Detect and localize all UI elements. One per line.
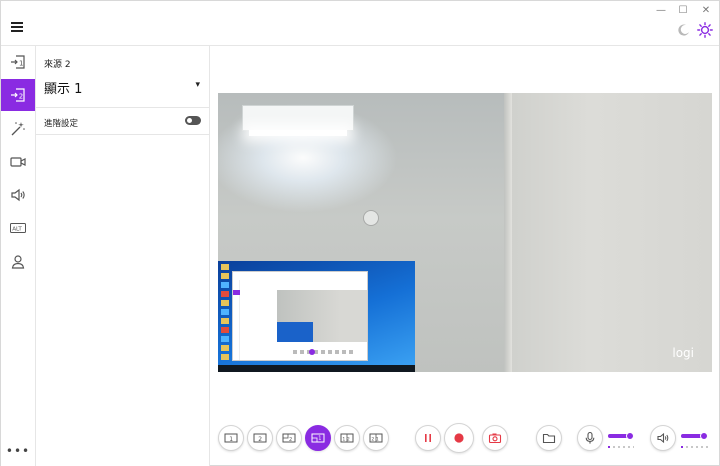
pause-icon [425,434,431,442]
rail-effects[interactable] [1,113,35,145]
title-bar: — ☐ ✕ [1,1,719,46]
pause-button[interactable] [415,425,441,451]
rail-source-1[interactable]: 1 [1,46,35,78]
person-icon [11,255,25,269]
rail-alt[interactable]: ALT [1,212,35,244]
speaker-button[interactable] [650,425,676,451]
rail-source-2[interactable]: 2 [1,79,35,111]
speaker-level-meter [681,446,708,448]
advanced-settings-toggle[interactable] [185,116,201,125]
bottom-toolbar: 1 2 2 1 12 21 [210,423,720,455]
chevron-down-icon: ▾ [195,80,200,90]
layout-pip-1-in-2-button[interactable]: 1 [305,425,331,451]
source-2-icon: 2 [11,88,25,102]
record-icon [454,433,464,443]
rail-camera[interactable] [1,146,35,178]
rail-account[interactable] [1,246,35,278]
display-select[interactable]: 顯示 1 ▾ [44,76,202,98]
rail-audio[interactable] [1,179,35,211]
svg-text:2: 2 [289,437,292,443]
sun-icon[interactable] [697,22,713,38]
microphone-level-meter [608,446,634,448]
app-window: — ☐ ✕ 1 2 ALT ••• 來源 2 顯示 1 ▾ 進階設定 logi … [0,0,720,466]
magic-wand-icon [11,122,25,136]
maximize-button[interactable]: ☐ [676,4,690,18]
pip-app-window [232,271,368,361]
layout-pip-2-in-1-button[interactable]: 2 [276,425,302,451]
camera-snapshot-icon [488,433,502,444]
snapshot-button[interactable] [482,425,508,451]
folder-icon [542,433,556,444]
advanced-settings-label: 進階設定 [44,119,79,129]
display-select-value: 顯示 1 [44,82,83,97]
ceiling-light [242,105,354,136]
divider [36,134,210,135]
svg-text:2: 2 [19,93,23,101]
speaker-volume-slider[interactable] [681,432,708,440]
moon-icon[interactable] [677,23,691,37]
source-label: 來源 2 [44,60,71,70]
svg-text:ALT: ALT [12,226,22,232]
wall-sensor [363,210,379,226]
svg-text:1: 1 [19,60,23,68]
nav-rail: 1 2 ALT ••• [1,46,36,466]
speaker-icon [11,188,25,202]
more-icon[interactable]: ••• [1,444,35,458]
layout-single-1-icon: 1 [224,433,238,443]
source-1-icon: 1 [11,55,25,69]
layout-side-by-side-12-icon: 12 [340,433,354,443]
layout-single-2-icon: 2 [253,433,267,443]
layout-pip-2-in-1-icon: 2 [282,433,296,443]
preview-video: logi [218,93,712,372]
svg-text:21: 21 [371,436,380,442]
pip-screen-capture [218,261,415,372]
speaker-icon [657,432,669,444]
layout-single-2-button[interactable]: 2 [247,425,273,451]
minimize-button[interactable]: — [654,4,668,18]
layout-pip-1-in-2-icon: 1 [311,433,325,443]
microphone-icon [585,431,595,444]
camera-icon [10,157,26,167]
layout-single-1-button[interactable]: 1 [218,425,244,451]
microphone-volume-slider[interactable] [608,432,635,440]
record-button[interactable] [444,423,474,453]
source-settings-panel: 來源 2 顯示 1 ▾ 進階設定 [36,46,210,466]
svg-text:12: 12 [342,436,351,442]
open-folder-button[interactable] [536,425,562,451]
menu-icon[interactable] [11,22,23,32]
layout-side-by-side-21-button[interactable]: 21 [363,425,389,451]
layout-side-by-side-21-icon: 21 [369,433,383,443]
svg-text:2: 2 [258,436,262,443]
svg-text:1: 1 [229,436,233,443]
layout-side-by-side-12-button[interactable]: 12 [334,425,360,451]
close-button[interactable]: ✕ [699,4,713,18]
microphone-button[interactable] [577,425,603,451]
logi-watermark: logi [672,346,694,360]
divider [36,107,210,108]
alt-icon: ALT [10,223,26,233]
svg-text:1: 1 [318,436,321,442]
